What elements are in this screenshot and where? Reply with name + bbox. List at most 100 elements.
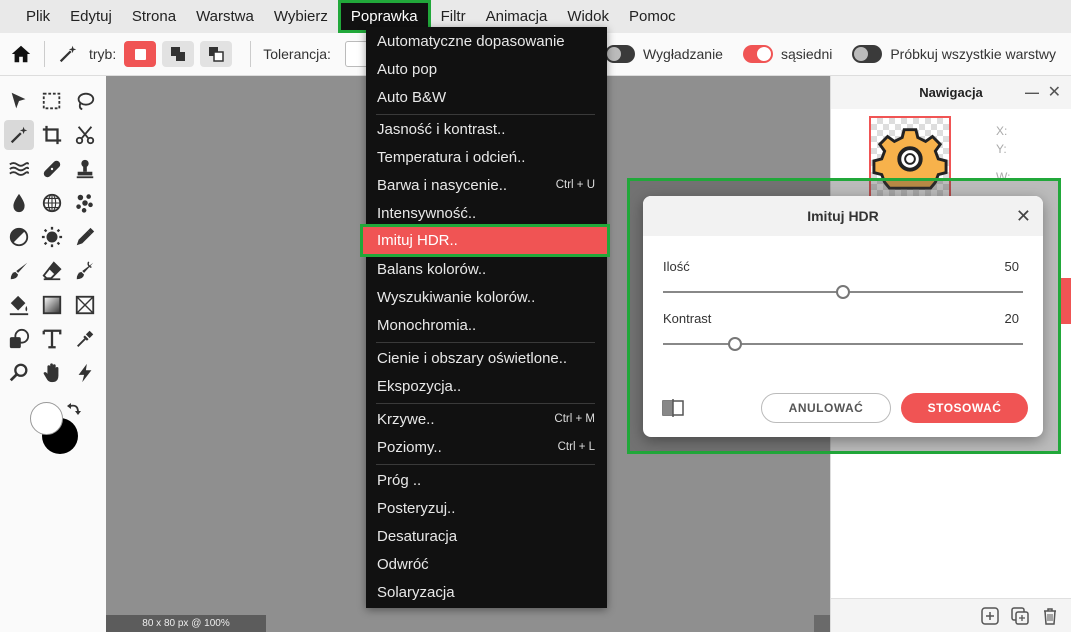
contrast-slider[interactable] <box>663 337 1023 351</box>
swap-colors-icon[interactable] <box>66 402 82 418</box>
menu-item-vibrance[interactable]: Intensywność.. <box>366 200 607 227</box>
duplicate-layer-icon[interactable] <box>1011 607 1029 625</box>
home-icon[interactable] <box>10 43 32 65</box>
minimize-icon[interactable]: — <box>1025 84 1039 100</box>
menu-item-solarize[interactable]: Solaryzacja <box>366 579 607 606</box>
menu-item-label: Poziomy.. <box>377 439 442 456</box>
stamp-tool[interactable] <box>70 154 100 184</box>
hand-tool[interactable] <box>37 358 67 388</box>
apply-button[interactable]: STOSOWAĆ <box>901 393 1028 423</box>
menu-item-label: Odwróć <box>377 556 429 573</box>
scatter-tool[interactable] <box>70 188 100 218</box>
menu-item-color-lookup[interactable]: Wyszukiwanie kolorów.. <box>366 284 607 311</box>
menu-item-auto-pop[interactable]: Auto pop <box>366 56 607 83</box>
menu-item-invert[interactable]: Odwróć <box>366 551 607 578</box>
compare-icon[interactable] <box>662 399 684 417</box>
menu-item-curves[interactable]: Krzywe.. Ctrl + M <box>366 406 607 433</box>
rect-select-tool[interactable] <box>37 86 67 116</box>
frame-tool[interactable] <box>70 290 100 320</box>
sphere-tool[interactable] <box>37 188 67 218</box>
menu-item-desaturate[interactable]: Desaturacja <box>366 523 607 550</box>
menu-plik[interactable]: Plik <box>0 0 60 33</box>
menu-item-label: Automatyczne dopasowanie <box>377 33 565 50</box>
menu-strona[interactable]: Strona <box>122 0 186 33</box>
menu-warstwa[interactable]: Warstwa <box>186 0 264 33</box>
nav-x-label: X: <box>996 124 1008 138</box>
mixer-brush-tool[interactable] <box>70 256 100 286</box>
menu-item-brightness-contrast[interactable]: Jasność i kontrast.. <box>366 116 607 143</box>
close-icon[interactable]: ✕ <box>1048 82 1061 102</box>
menu-item-temperature[interactable]: Temperatura i odcień.. <box>366 144 607 171</box>
hand-icon <box>43 363 59 383</box>
eraser-tool[interactable] <box>37 256 67 286</box>
arrow-tool[interactable] <box>4 86 34 116</box>
mode-add-button[interactable] <box>162 41 195 67</box>
cancel-button[interactable]: ANULOWAĆ <box>761 393 891 423</box>
smoothing-toggle[interactable] <box>604 45 635 63</box>
brush-icon <box>10 262 28 280</box>
magic-wand-icon <box>10 126 28 144</box>
gradient-tool[interactable] <box>37 290 67 320</box>
bucket-tool[interactable] <box>4 290 34 320</box>
menu-item-label: Jasność i kontrast.. <box>377 121 506 138</box>
blur-tool[interactable] <box>4 188 34 218</box>
mode-subtract-button[interactable] <box>200 41 233 67</box>
zoom-tool[interactable] <box>4 358 34 388</box>
brush-tool[interactable] <box>4 256 34 286</box>
adjacent-toggle[interactable] <box>742 45 773 63</box>
shape-tool[interactable] <box>4 324 34 354</box>
magic-wand-tool[interactable] <box>4 120 34 150</box>
add-layer-icon[interactable] <box>981 607 999 625</box>
menu-item-threshold[interactable]: Próg .. <box>366 467 607 494</box>
slider-thumb[interactable] <box>728 337 742 351</box>
menu-item-exposure[interactable]: Ekspozycja.. <box>366 373 607 400</box>
bucket-icon <box>9 295 29 316</box>
scissors-tool[interactable] <box>70 120 100 150</box>
close-icon[interactable]: ✕ <box>1016 196 1031 236</box>
canvas-scrollbar[interactable] <box>814 615 830 632</box>
dialog-title: Imituj HDR <box>807 208 879 224</box>
liquify-icon <box>9 162 30 176</box>
crop-tool[interactable] <box>37 120 67 150</box>
tool-grid <box>4 86 103 392</box>
menu-item-color-balance[interactable]: Balans kolorów.. <box>366 256 607 283</box>
menu-item-monochrome[interactable]: Monochromia.. <box>366 312 607 339</box>
menu-edytuj[interactable]: Edytuj <box>60 0 122 33</box>
amount-row: Ilość 50 <box>663 259 1021 274</box>
slider-thumb[interactable] <box>836 285 850 299</box>
foreground-color-swatch[interactable] <box>30 402 63 435</box>
sponge-icon <box>41 226 63 248</box>
adjacent-label: sąsiedni <box>780 46 833 62</box>
amount-slider[interactable] <box>663 285 1023 299</box>
menu-pomoc[interactable]: Pomoc <box>619 0 686 33</box>
bandage-tool[interactable] <box>37 154 67 184</box>
menu-item-hdr[interactable]: Imituj HDR.. <box>360 224 610 257</box>
mode-new-button[interactable] <box>124 41 157 67</box>
text-tool[interactable] <box>37 324 67 354</box>
lightning-icon <box>78 363 92 383</box>
menu-item-posterize[interactable]: Posteryzuj.. <box>366 495 607 522</box>
menu-item-levels[interactable]: Poziomy.. Ctrl + L <box>366 434 607 461</box>
menu-item-label: Temperatura i odcień.. <box>377 149 526 166</box>
sample-all-toggle[interactable] <box>852 45 883 63</box>
menu-wybierz[interactable]: Wybierz <box>264 0 338 33</box>
lasso-tool[interactable] <box>70 86 100 116</box>
liquify-tool[interactable] <box>4 154 34 184</box>
dodge-tool[interactable] <box>4 222 34 252</box>
sponge-tool[interactable] <box>37 222 67 252</box>
menu-item-auto-adjust[interactable]: Automatyczne dopasowanie <box>366 28 607 55</box>
menu-item-label: Wyszukiwanie kolorów.. <box>377 289 536 306</box>
menu-item-hue-saturation[interactable]: Barwa i nasycenie.. Ctrl + U <box>366 172 607 199</box>
bandage-icon <box>43 160 61 178</box>
navigator-header: Nawigacja — ✕ <box>831 76 1071 109</box>
color-picker-tool[interactable] <box>70 222 100 252</box>
menu-item-auto-bw[interactable]: Auto B&W <box>366 84 607 111</box>
menu-separator <box>376 464 595 465</box>
trash-icon[interactable] <box>1041 607 1059 625</box>
crop-icon <box>42 125 62 145</box>
menu-item-shadows-highlights[interactable]: Cienie i obszary oświetlone.. <box>366 345 607 372</box>
zoom-icon <box>9 363 28 382</box>
menu-item-shortcut: Ctrl + U <box>555 179 595 191</box>
eyedropper-tool[interactable] <box>70 324 100 354</box>
lightning-tool[interactable] <box>70 358 100 388</box>
